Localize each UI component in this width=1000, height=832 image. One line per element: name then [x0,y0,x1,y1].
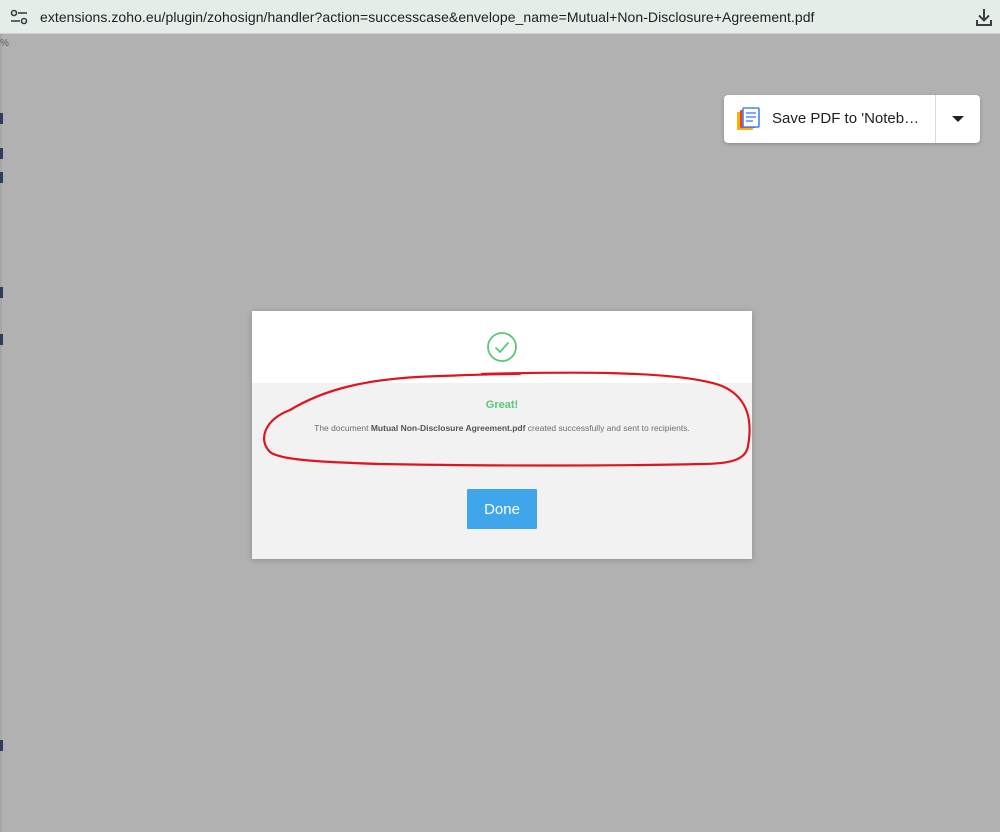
save-pdf-label: Save PDF to 'Noteb… [772,110,920,127]
download-icon[interactable] [974,7,994,27]
check-circle-icon [487,332,517,362]
done-button[interactable]: Done [467,489,537,529]
page-edge-mark [0,172,3,183]
page-edge-mark [0,148,3,159]
page-edge-text: % [0,38,9,49]
page-edge-mark [0,740,3,751]
page-edge-mark [0,287,3,298]
site-settings-icon[interactable] [10,9,28,25]
url-text[interactable]: extensions.zoho.eu/plugin/zohosign/handl… [40,9,814,25]
page-edge-mark [0,334,3,345]
save-pdf-widget: Save PDF to 'Noteb… [724,95,980,143]
address-bar: extensions.zoho.eu/plugin/zohosign/handl… [0,0,1000,34]
notebook-icon [737,107,760,130]
red-annotation-circle [262,371,751,467]
caret-down-icon [952,116,964,122]
save-pdf-dropdown-button[interactable] [936,95,980,143]
page-edge-mark [0,113,3,124]
